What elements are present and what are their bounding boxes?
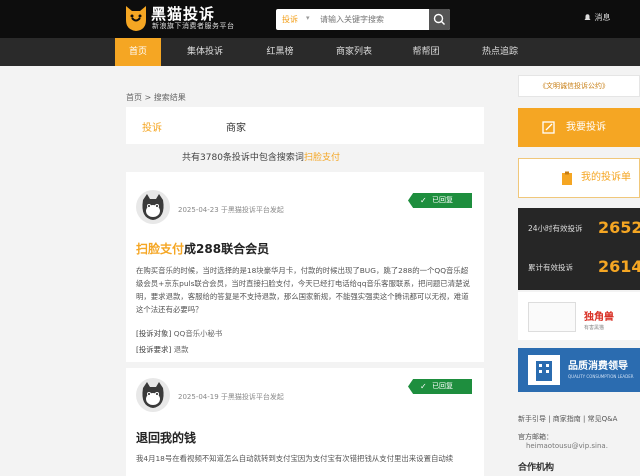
complaint-request: [投诉要求] 退款: [136, 344, 189, 355]
tab-complaint[interactable]: 投诉: [142, 119, 162, 134]
promo-title: 品质消费领导: [568, 361, 628, 372]
cat-avatar-icon: [142, 382, 164, 408]
promo-title: 独角兽: [584, 312, 614, 323]
breadcrumb-home[interactable]: 首页: [126, 93, 142, 102]
official-email: 官方邮箱：heimaotousu@vip.sina.: [518, 432, 640, 450]
avatar: [136, 378, 170, 412]
title-keyword: 扫脸支付: [136, 242, 185, 256]
breadcrumb: 首页 > 搜索结果: [126, 92, 186, 103]
cat-avatar-icon: [142, 194, 164, 220]
target-label: [投诉对象]: [136, 329, 172, 338]
complaint-source: 于黑猫投诉平台发起: [220, 393, 284, 401]
complaint-source: 于黑猫投诉平台发起: [220, 206, 284, 214]
file-complaint-button[interactable]: 我要投诉: [518, 108, 640, 147]
stat-value: 2652: [598, 218, 640, 237]
complaint-meta: 2025-04-23 于黑猫投诉平台发起: [178, 205, 284, 215]
search-filter-tabs: 投诉 商家: [126, 107, 484, 144]
convention-label: 《文明诚信投诉公约》: [539, 82, 609, 90]
request-value: 退款: [173, 345, 189, 354]
promo-banner-unicorn[interactable]: 独角兽 有害黑猫: [518, 292, 640, 340]
promo-subtitle: 有害黑猫: [584, 325, 605, 331]
search-box: 投诉 ▾: [276, 9, 450, 30]
stat-label: 累计有效投诉: [528, 263, 573, 272]
convention-link[interactable]: 《文明诚信投诉公约》: [518, 75, 640, 97]
official-email-label: 官方邮箱：: [518, 433, 553, 441]
my-complaints-button[interactable]: 我的投诉单: [518, 158, 640, 198]
top-header: 黑猫投诉 新浪旗下消费者服务平台 投诉 ▾ 消息: [0, 0, 640, 38]
check-icon: ✓: [420, 382, 427, 391]
nav-hot-topics[interactable]: 热点追踪: [468, 38, 532, 66]
my-complaints-label: 我的投诉单: [581, 172, 631, 183]
complaint-card[interactable]: 2025-04-23 于黑猫投诉平台发起 ✓ 已回复 扫脸支付成288联合会员 …: [126, 172, 484, 362]
official-email-address[interactable]: heimaotousu@vip.sina.: [526, 442, 608, 450]
help-links[interactable]: 新手引导 | 商家指南 | 常见Q&A: [518, 414, 617, 424]
bell-icon: [584, 14, 591, 20]
file-complaint-label: 我要投诉: [566, 122, 606, 133]
nav-group-complaints[interactable]: 集体投诉: [174, 38, 236, 66]
search-type-select[interactable]: 投诉: [282, 14, 298, 25]
complaint-date: 2025-04-19: [178, 393, 219, 401]
search-icon: [433, 13, 445, 25]
tab-merchant[interactable]: 商家: [226, 119, 246, 134]
nav-red-black-list[interactable]: 红黑榜: [250, 38, 310, 66]
search-input[interactable]: [320, 12, 430, 27]
complaint-card[interactable]: 2025-04-19 于黑猫投诉平台发起 ✓ 已回复 退回我的钱 我4月18号在…: [126, 368, 484, 476]
breadcrumb-separator: >: [144, 93, 152, 102]
result-count-text: 共有3780条投诉中包含搜索词: [182, 153, 304, 163]
brand-slogan: 新浪旗下消费者服务平台: [152, 22, 235, 30]
result-count: 共有3780条投诉中包含搜索词扫脸支付: [126, 150, 396, 163]
cooperation-heading: 合作机构: [518, 463, 555, 473]
search-button[interactable]: [429, 9, 450, 30]
promo-figure: [528, 302, 576, 332]
building-icon: [528, 355, 560, 385]
search-keyword: 扫脸支付: [303, 153, 340, 163]
status-label: 已回复: [432, 196, 453, 204]
clipboard-icon: [562, 171, 572, 185]
stat-label: 24小时有效投诉: [528, 224, 583, 233]
nav-home[interactable]: 首页: [115, 38, 161, 66]
promo-banner-quality[interactable]: 品质消费领导 QUALITY CONSUMPTION LEADER: [518, 348, 640, 392]
status-badge: ✓ 已回复: [408, 193, 472, 208]
complaint-title[interactable]: 扫脸支付成288联合会员: [136, 240, 269, 257]
complaint-target: [投诉对象] QQ音乐小秘书: [136, 328, 222, 339]
avatar: [136, 190, 170, 224]
status-label: 已回复: [432, 382, 453, 390]
complaint-meta: 2025-04-19 于黑猫投诉平台发起: [178, 392, 284, 402]
stat-24h: 24小时有效投诉 2652: [518, 208, 640, 251]
target-value[interactable]: QQ音乐小秘书: [174, 329, 223, 338]
chevron-down-icon[interactable]: ▾: [306, 14, 310, 22]
check-icon: ✓: [420, 196, 427, 205]
cat-logo-icon[interactable]: [124, 4, 148, 32]
title-text: 成288联合会员: [184, 242, 270, 256]
complaint-title[interactable]: 退回我的钱: [136, 429, 196, 446]
request-label: [投诉要求]: [136, 345, 172, 354]
message-label: 消息: [594, 13, 611, 22]
edit-icon: [542, 121, 555, 134]
complaint-date: 2025-04-23: [178, 206, 219, 214]
stat-total: 累计有效投诉 2614: [518, 247, 640, 290]
complaint-body: 在购买音乐的时候，当时选择的是18块豪华月卡，付款的时候出现了BUG，跳了288…: [136, 266, 470, 314]
message-link[interactable]: 消息: [583, 12, 611, 23]
nav-merchant-list[interactable]: 商家列表: [322, 38, 386, 66]
nav-help-group[interactable]: 帮帮团: [398, 38, 454, 66]
breadcrumb-current: 搜索结果: [153, 93, 186, 102]
stat-value: 2614: [598, 257, 640, 276]
promo-subtitle: QUALITY CONSUMPTION LEADER: [568, 374, 634, 379]
status-badge: ✓ 已回复: [408, 379, 472, 394]
complaint-body: 我4月18号在看视频不知道怎么自动就转到支付宝因为支付宝有次错把钱从支付里出来设…: [136, 454, 454, 463]
main-nav: 首页 集体投诉 红黑榜 商家列表 帮帮团 热点追踪: [0, 38, 640, 66]
